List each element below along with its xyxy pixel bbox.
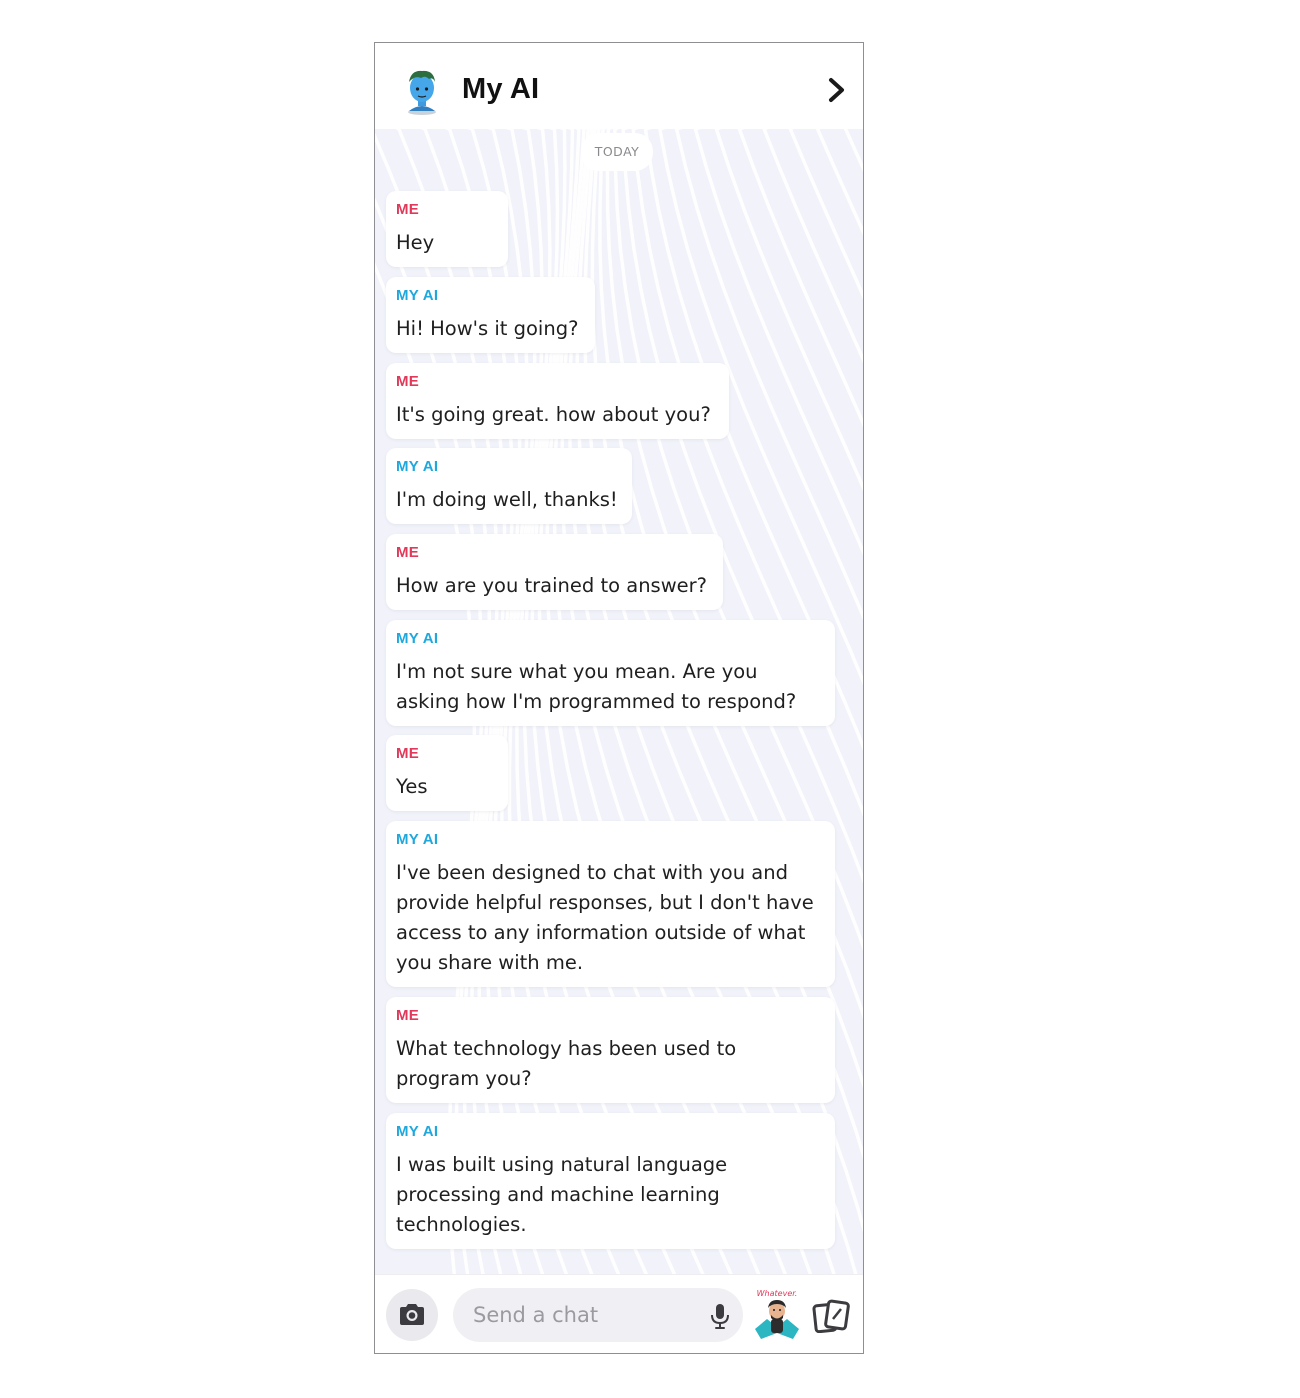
- chat-composer: Whatever.: [375, 1274, 863, 1353]
- message-bubble[interactable]: ME What technology has been used to progr…: [386, 997, 835, 1103]
- message-text: Hey: [396, 231, 435, 254]
- message-text: How are you trained to answer?: [396, 574, 708, 597]
- chevron-right-icon[interactable]: [825, 75, 847, 105]
- message-sender: MY AI: [396, 630, 439, 647]
- message-sender: ME: [396, 201, 420, 218]
- phone-screen: My AI TODAY ME Hey MY AI Hi! How's it going…: [374, 42, 864, 1354]
- message-text: Hi! How's it going?: [396, 317, 579, 340]
- message-text: It's going great. how about you?: [396, 403, 711, 426]
- message-text: I'm doing well, thanks!: [396, 488, 618, 511]
- message-bubble[interactable]: MY AI I was built using natural language …: [386, 1113, 835, 1249]
- message-bubble[interactable]: ME Hey: [386, 191, 508, 267]
- camera-button[interactable]: [386, 1289, 438, 1341]
- message-sender: ME: [396, 1007, 420, 1024]
- message-bubble[interactable]: ME How are you trained to answer?: [386, 534, 723, 610]
- date-divider: TODAY: [581, 133, 653, 171]
- bitmoji-sticker-button[interactable]: Whatever.: [753, 1289, 801, 1343]
- cards-icon[interactable]: [812, 1299, 850, 1333]
- message-bubble[interactable]: ME Yes: [386, 735, 508, 811]
- message-sender: MY AI: [396, 287, 439, 304]
- message-sender: MY AI: [396, 831, 439, 848]
- message-bubble[interactable]: MY AI I'm doing well, thanks!: [386, 448, 632, 524]
- message-sender: ME: [396, 544, 420, 561]
- message-text: I've been designed to chat with you and …: [396, 861, 814, 974]
- bitmoji-sticker-label: Whatever.: [756, 1289, 798, 1298]
- camera-icon: [400, 1304, 424, 1325]
- message-bubble[interactable]: ME It's going great. how about you?: [386, 363, 729, 439]
- message-sender: ME: [396, 745, 420, 762]
- message-sender: MY AI: [396, 1123, 439, 1140]
- message-sender: MY AI: [396, 458, 439, 475]
- bitmoji-avatar-icon[interactable]: [399, 67, 445, 115]
- chat-thread[interactable]: TODAY ME Hey MY AI Hi! How's it going? ME It'…: [375, 129, 863, 1277]
- message-text: I was built using natural language proce…: [396, 1153, 728, 1236]
- microphone-icon[interactable]: [709, 1302, 731, 1330]
- message-bubble[interactable]: MY AI I'm not sure what you mean. Are you…: [386, 620, 835, 726]
- message-bubble[interactable]: MY AI I've been designed to chat with you…: [386, 821, 835, 987]
- message-text: What technology has been used to program…: [396, 1037, 737, 1090]
- chat-header: My AI: [375, 43, 863, 129]
- page-title: My AI: [462, 73, 540, 105]
- chat-input[interactable]: [453, 1288, 743, 1342]
- message-bubble[interactable]: MY AI Hi! How's it going?: [386, 277, 595, 353]
- message-text: I'm not sure what you mean. Are you aski…: [396, 660, 797, 713]
- message-sender: ME: [396, 373, 420, 390]
- message-text: Yes: [396, 775, 428, 798]
